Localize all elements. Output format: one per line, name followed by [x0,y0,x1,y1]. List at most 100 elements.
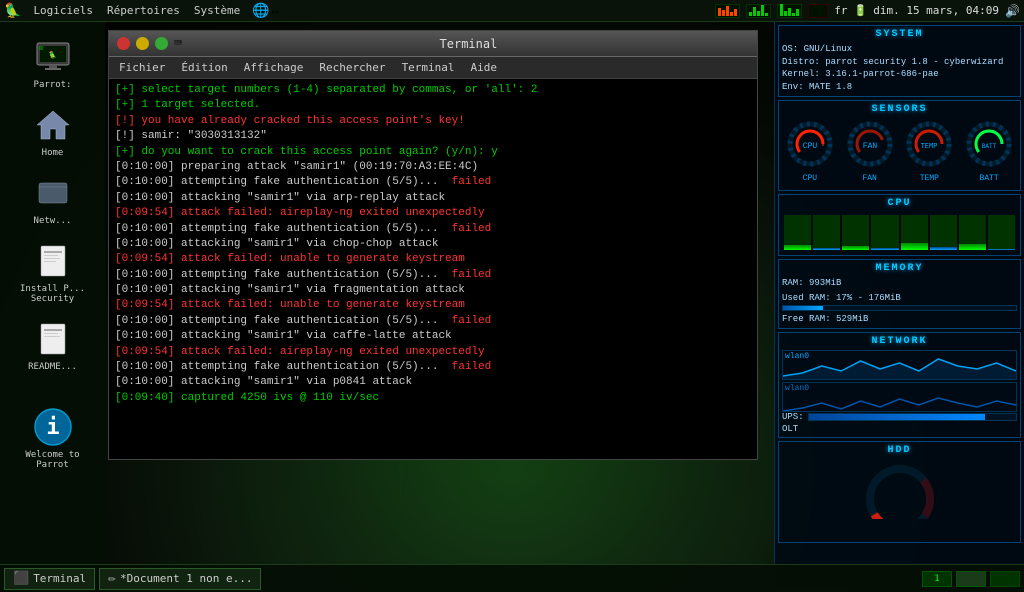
terminal-line: [0:10:00] attempting fake authentication… [115,175,751,190]
cpu-graph-mini [715,4,740,18]
hdd-section: HDD [778,441,1021,543]
fan-gauge: FAN FAN [845,119,895,183]
terminal-line: [0:10:00] attacking "samir1" via fragmen… [115,283,751,298]
workspace-indicator-1[interactable]: 1 [922,571,952,587]
gauge-row: CPU CPU FAN FAN [782,119,1017,183]
svg-text:TEMP: TEMP [921,143,938,151]
menu-edition[interactable]: Édition [175,59,233,76]
cpu-monitor-mini [777,4,802,18]
sidebar-item-readme[interactable]: README... [8,314,98,377]
doc-taskbar-btn[interactable]: ✏ *Document 1 non e... [99,568,261,590]
fan-gauge-label: FAN [845,174,895,183]
cpu-bar-3 [871,215,898,250]
network-title: NETWORK [782,336,1017,347]
batt-gauge: BATT BATT [964,119,1014,183]
terminal-title-icon: ⌨ [174,36,182,51]
svg-text:CPU: CPU [803,142,818,151]
svg-text:🦜: 🦜 [48,50,57,59]
terminal-titlebar: ⌨ Terminal [109,31,757,57]
temp-gauge: TEMP TEMP [904,119,954,183]
memory-title: MEMORY [782,263,1017,274]
cpu-bars [782,212,1017,252]
terminal-body[interactable]: [+] select target numbers (1-4) separate… [109,79,757,459]
terminal-line: [0:10:00] attempting fake authentication… [115,268,751,283]
volume-icon: 🔊 [1005,4,1020,18]
sidebar: 🦜 Parrot: Home Netw... [0,22,105,567]
system-title: SYSTEM [782,29,1017,40]
sensors-title: SENSORS [782,104,1017,115]
datetime-label: dim. 15 mars, 04:09 [873,4,999,17]
doc-taskbar-label: *Document 1 non e... [120,572,252,585]
system-info-section: SYSTEM OS: GNU/Linux Distro: parrot secu… [778,25,1021,97]
ram-free-label: Free RAM: 529MiB [782,313,1017,326]
menu-terminal[interactable]: Terminal [396,59,461,76]
cpu-title: CPU [782,198,1017,209]
doc-taskbar-icon: ✏ [108,571,116,586]
terminal-line: [+] 1 target selected. [115,98,751,113]
taskbar-top: 🦜 Logiciels Répertoires Système 🌐 ✏ [0,0,1024,22]
hdd-title: HDD [782,445,1017,456]
terminal-line: [0:10:00] attacking "samir1" via chop-ch… [115,237,751,252]
terminal-line: [0:10:00] attempting fake authentication… [115,360,751,375]
cpu-bar-7 [988,215,1015,250]
network-icon [33,173,73,213]
terminal-taskbar-btn[interactable]: ⬛ Terminal [4,568,95,590]
sidebar-item-install[interactable]: Install P... Security [8,236,98,309]
install-label: Install P... Security [13,284,93,304]
terminal-line: [0:10:00] attempting fake authentication… [115,314,751,329]
sidebar-item-home[interactable]: Home [8,100,98,163]
cpu-bar-4 [901,215,928,250]
network-graph-down: wlan0 [782,382,1017,412]
menu-fichier[interactable]: Fichier [113,59,171,76]
close-button[interactable] [117,37,130,50]
temp-gauge-label: TEMP [904,174,954,183]
network-label: Netw... [34,216,72,226]
terminal-line: [+] select target numbers (1-4) separate… [115,83,751,98]
terminal-line: [0:09:54] attack failed: unable to gener… [115,252,751,267]
svg-text:i: i [46,415,59,440]
terminal-menubar: Fichier Édition Affichage Rechercher Ter… [109,57,757,79]
ram-total: RAM: 993MiB [782,277,1017,290]
menu-systeme[interactable]: Système [188,2,246,19]
cpu-bar-6 [959,215,986,250]
net-graph-mini [746,4,771,18]
terminal-line: [+] do you want to crack this access poi… [115,145,751,160]
sidebar-item-parrot[interactable]: 🦜 Parrot: [8,32,98,95]
menu-affichage[interactable]: Affichage [238,59,310,76]
terminal-line: [0:09:40] captured 4250 ivs @ 110 iv/sec [115,391,751,406]
menu-rechercher[interactable]: Rechercher [313,59,391,76]
terminal-line: [0:09:54] attack failed: aireplay-ng exi… [115,206,751,221]
install-icon [33,241,73,281]
sidebar-item-network[interactable]: Netw... [8,168,98,231]
cpu-gauge: CPU CPU [785,119,835,183]
terminal-title: Terminal [188,37,749,51]
network-graph-up: wlan0 [782,350,1017,380]
red-indicator [808,4,828,18]
parrot-label: Parrot: [34,80,72,90]
svg-text:BATT: BATT [982,143,997,150]
terminal-line: [0:10:00] attacking "samir1" via arp-rep… [115,191,751,206]
menu-aide[interactable]: Aide [465,59,504,76]
home-icon [33,105,73,145]
ram-used-bar-container: Used RAM: 17% - 176MiB [782,292,1017,311]
maximize-button[interactable] [155,37,168,50]
terminal-taskbar-label: Terminal [33,572,86,585]
workspace-indicator-2[interactable] [956,571,986,587]
ups-label: UPS: [782,412,804,422]
terminal-line: [0:09:54] attack failed: unable to gener… [115,298,751,313]
sidebar-item-welcome[interactable]: i Welcome to Parrot [8,402,98,475]
parrot-monitor-icon: 🦜 [33,37,73,77]
system-widget: SYSTEM OS: GNU/Linux Distro: parrot secu… [774,22,1024,587]
olt-label: OLT [782,424,1017,434]
terminal-line: [0:10:00] preparing attack "samir1" (00:… [115,160,751,175]
desktop: 🦜 Logiciels Répertoires Système 🌐 ✏ [0,0,1024,592]
cpu-bar-5 [930,215,957,250]
menu-repertoires[interactable]: Répertoires [101,2,186,19]
menu-logiciels[interactable]: Logiciels [27,2,99,19]
readme-icon [33,319,73,359]
minimize-button[interactable] [136,37,149,50]
ram-used-bar-bg [782,305,1017,311]
home-label: Home [42,148,64,158]
distro-label: Distro: parrot security 1.8 - cyberwizar… [782,56,1017,69]
batt-gauge-label: BATT [964,174,1014,183]
